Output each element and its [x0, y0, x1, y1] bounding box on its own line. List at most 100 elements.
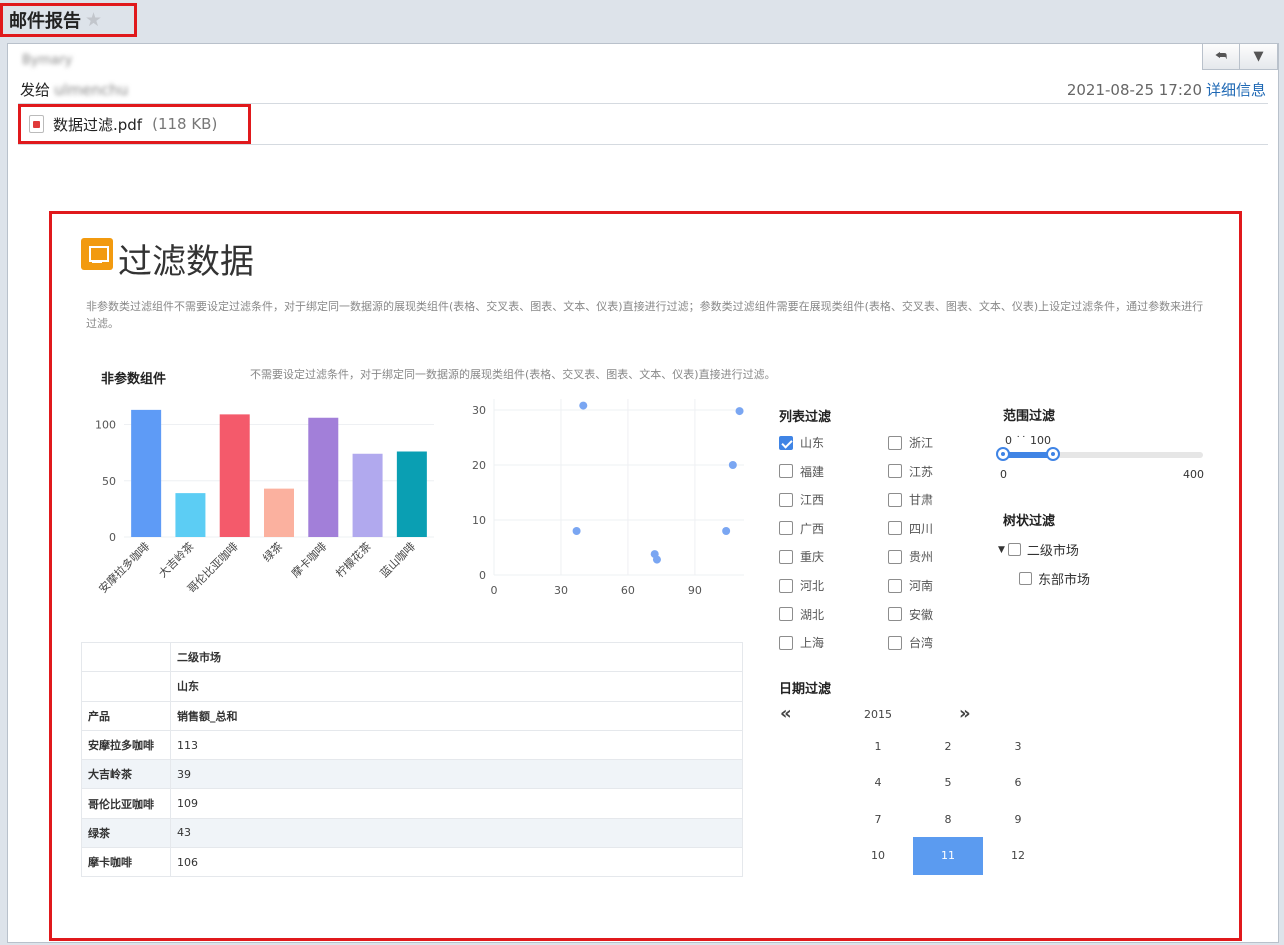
list-filter-item[interactable]: 福建	[779, 463, 824, 480]
list-filter-item[interactable]: 浙江	[888, 434, 933, 451]
list-filter-item[interactable]: 重庆	[779, 548, 824, 565]
scatter-point	[722, 527, 731, 535]
checkbox[interactable]	[888, 492, 902, 507]
table-row: 安摩拉多咖啡 113	[81, 729, 743, 761]
checkbox-label: 河北	[800, 579, 825, 593]
y-tick-label: 20	[472, 459, 486, 472]
checkbox-label: 四川	[909, 521, 934, 536]
scatter-point	[735, 407, 744, 416]
scatter-chart: 0 10 20 30 0 30 60 90	[472, 399, 744, 597]
calendar-month[interactable]: 2	[913, 727, 983, 765]
list-filter-title: 列表过滤	[779, 410, 832, 425]
calendar-month[interactable]: 12	[983, 837, 1053, 875]
calendar-month[interactable]: 5	[913, 764, 983, 802]
app-title: 邮件报告	[9, 11, 81, 32]
detail-link[interactable]: 详细信息	[1206, 81, 1266, 99]
calendar-month[interactable]: 11	[913, 836, 983, 875]
scatter-point	[572, 527, 581, 535]
checkbox[interactable]	[888, 521, 902, 536]
list-filter-item[interactable]: 四川	[888, 520, 933, 537]
checkbox[interactable]	[779, 607, 793, 622]
tree-node-root[interactable]: ▼ 二级市场	[998, 540, 1079, 559]
product-cell: 大吉岭茶	[81, 759, 171, 790]
checkbox-label: 福建	[800, 464, 825, 479]
star-icon[interactable]: ★	[85, 9, 102, 31]
calendar-month[interactable]: 3	[983, 727, 1053, 765]
range-high-value: 100	[1030, 434, 1051, 447]
calendar-month[interactable]: 9	[983, 800, 1053, 838]
calendar-next-button[interactable]: »	[959, 703, 971, 724]
recipient-line: 发给 ulmenchu	[20, 79, 128, 100]
report-title: 过滤数据	[118, 242, 254, 282]
tree-checkbox[interactable]	[1019, 572, 1032, 585]
attachment-name[interactable]: 数据过滤.pdf	[53, 114, 142, 135]
reply-button[interactable]: ⮪	[1202, 44, 1240, 70]
checkbox[interactable]	[779, 435, 793, 450]
checkbox-label: 台湾	[909, 636, 934, 651]
tree-checkbox[interactable]	[1007, 543, 1021, 556]
calendar-month[interactable]: 1	[843, 727, 913, 765]
checkbox[interactable]	[779, 635, 793, 650]
list-filter-item[interactable]: 江西	[779, 491, 824, 508]
attachment-divider	[18, 144, 1268, 145]
more-actions-button[interactable]: ▼	[1240, 44, 1278, 70]
y-tick-label: 0	[479, 569, 486, 582]
list-filter-item[interactable]: 河北	[779, 577, 824, 594]
list-filter-item[interactable]: 江苏	[888, 463, 933, 480]
range-slider[interactable]	[996, 447, 1203, 461]
list-filter-item[interactable]: 安徽	[888, 606, 933, 623]
list-filter-item[interactable]: 山东	[779, 434, 824, 451]
table-header-cell: 产品	[81, 700, 171, 731]
tree-node-label: 东部市场	[1038, 573, 1091, 588]
checkbox-label: 甘肃	[909, 493, 934, 508]
list-filter-item[interactable]: 台湾	[888, 634, 933, 651]
checkbox-label: 广西	[800, 521, 825, 536]
range-filter-title: 范围过滤	[1003, 409, 1056, 424]
range-handle-high[interactable]	[1046, 447, 1060, 461]
caret-down-icon[interactable]: ▼	[998, 545, 1005, 555]
checkbox[interactable]	[779, 492, 793, 507]
bar	[396, 451, 427, 537]
checkbox[interactable]	[779, 521, 793, 536]
nonparam-description: 不需要设定过滤条件，对于绑定同一数据源的展现类组件(表格、交叉表、图表、文本、仪…	[250, 368, 776, 381]
scatter-point	[579, 401, 588, 410]
checkbox[interactable]	[779, 464, 793, 479]
checkbox[interactable]	[888, 607, 902, 622]
value-cell: 43	[170, 817, 743, 849]
calendar-month[interactable]: 8	[913, 800, 983, 838]
calendar-prev-button[interactable]: «	[780, 703, 792, 724]
tree-filter-title: 树状过滤	[1003, 514, 1056, 529]
checkbox-label: 安徽	[909, 607, 934, 622]
list-filter-item[interactable]: 上海	[779, 634, 824, 651]
checkbox-label: 江苏	[909, 464, 934, 479]
tree-node-child[interactable]: 东部市场	[1019, 569, 1090, 588]
checkbox[interactable]	[888, 635, 902, 650]
list-filter-item[interactable]: 贵州	[888, 548, 933, 565]
checkbox[interactable]	[888, 464, 902, 479]
list-filter-item[interactable]: 河南	[888, 577, 933, 594]
calendar-month[interactable]: 6	[983, 764, 1053, 802]
attachment[interactable]: 数据过滤.pdf (118 KB)	[18, 104, 251, 144]
app-title-box: 邮件报告 ★	[0, 3, 137, 37]
checkbox[interactable]	[779, 549, 793, 564]
checkbox[interactable]	[779, 578, 793, 593]
checkbox[interactable]	[888, 435, 902, 450]
table-corner-cell	[81, 641, 171, 673]
list-filter-item[interactable]: 甘肃	[888, 491, 933, 508]
chevron-down-icon: ▼	[1253, 49, 1264, 64]
checkbox[interactable]	[888, 578, 902, 593]
checkbox[interactable]	[888, 549, 902, 564]
range-handle-low[interactable]	[996, 447, 1010, 461]
calendar-month[interactable]: 4	[843, 764, 913, 802]
calendar-year[interactable]: 2015	[864, 708, 892, 721]
range-current-values: 0 ˙˙ 100	[1005, 434, 1051, 447]
value-cell: 109	[170, 788, 743, 819]
calendar-month[interactable]: 7	[843, 800, 913, 838]
bar	[308, 417, 339, 537]
list-filter-item[interactable]: 湖北	[779, 606, 824, 623]
calendar-month[interactable]: 10	[843, 837, 913, 875]
x-tick-label: 60	[621, 584, 635, 597]
list-filter-item[interactable]: 广西	[779, 520, 824, 537]
checkbox-label: 山东	[800, 436, 825, 450]
value-cell: 106	[170, 847, 743, 878]
